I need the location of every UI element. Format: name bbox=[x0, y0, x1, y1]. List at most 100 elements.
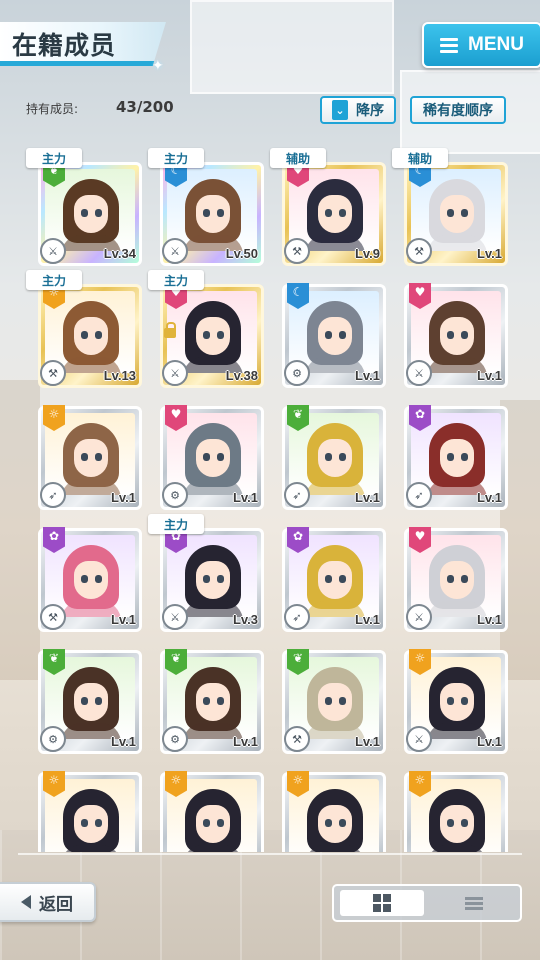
rocket-icon: ➶ bbox=[284, 604, 310, 630]
grid-view-button[interactable] bbox=[340, 890, 424, 916]
member-card[interactable]: ☼ bbox=[38, 771, 142, 852]
member-card[interactable]: ♥ ⚒ Lv.9 辅助 bbox=[270, 148, 386, 266]
gear-icon: ⚙ bbox=[40, 726, 66, 752]
portrait-eye bbox=[217, 697, 224, 705]
card-level: Lv.13 bbox=[103, 368, 136, 383]
member-card[interactable]: ☼ bbox=[160, 771, 264, 852]
portrait-eye bbox=[81, 697, 88, 705]
list-view-icon bbox=[465, 896, 483, 910]
portrait-face bbox=[74, 439, 108, 477]
member-card[interactable]: ❦ ⚙ Lv.1 bbox=[38, 649, 142, 754]
portrait-face bbox=[196, 317, 230, 355]
card-level: Lv.1 bbox=[354, 490, 380, 505]
member-card[interactable]: ☼ bbox=[404, 771, 508, 852]
member-count-value: 43/200 bbox=[116, 98, 174, 116]
portrait-eye bbox=[325, 819, 332, 827]
member-card[interactable]: ❦ ➶ Lv.1 bbox=[282, 405, 386, 510]
portrait-eye bbox=[203, 209, 210, 217]
portrait-eye bbox=[339, 453, 346, 461]
portrait-face bbox=[196, 683, 230, 721]
portrait-face bbox=[440, 805, 474, 843]
portrait-eye bbox=[447, 331, 454, 339]
portrait-eye bbox=[325, 453, 332, 461]
member-card[interactable]: ♥ ⚔ Lv.1 bbox=[404, 283, 508, 388]
back-label: 返回 bbox=[39, 894, 73, 915]
member-card[interactable]: ✿ ⚒ Lv.1 bbox=[38, 527, 142, 632]
member-card[interactable]: ☾ ⚔ Lv.50 主力 bbox=[148, 148, 264, 266]
page-title-banner: 在籍成员 bbox=[0, 22, 166, 66]
portrait-eye bbox=[217, 453, 224, 461]
title-stripe bbox=[0, 61, 166, 66]
hammer-icon: ⚒ bbox=[40, 604, 66, 630]
view-mode-toggle bbox=[332, 884, 522, 922]
member-card[interactable]: ❦ ⚙ Lv.1 bbox=[160, 649, 264, 754]
card-level: Lv.1 bbox=[354, 612, 380, 627]
menu-icon bbox=[440, 37, 459, 53]
member-card[interactable]: ☼ ⚔ Lv.1 bbox=[404, 649, 508, 754]
portrait-face bbox=[74, 561, 108, 599]
wrench-icon: ⚒ bbox=[284, 238, 310, 264]
rocket-icon: ➶ bbox=[40, 482, 66, 508]
menu-button[interactable]: MENU bbox=[422, 22, 540, 68]
portrait-face bbox=[440, 561, 474, 599]
role-badge: 主力 bbox=[26, 148, 82, 168]
portrait-eye bbox=[81, 575, 88, 583]
portrait-eye bbox=[95, 209, 102, 217]
portrait-face bbox=[440, 439, 474, 477]
portrait-eye bbox=[325, 209, 332, 217]
portrait-eye bbox=[461, 331, 468, 339]
member-card[interactable]: ✿ ➶ Lv.1 bbox=[282, 527, 386, 632]
member-card[interactable]: ♥ ⚙ Lv.1 bbox=[160, 405, 264, 510]
back-arrow-icon bbox=[21, 895, 31, 909]
grid-view-icon bbox=[373, 894, 391, 912]
portrait-eye bbox=[95, 819, 102, 827]
background-window bbox=[190, 0, 394, 94]
member-card[interactable]: ☼ ➶ Lv.1 bbox=[38, 405, 142, 510]
portrait-eye bbox=[203, 697, 210, 705]
member-card[interactable]: ✿ ⚔ Lv.3 主力 bbox=[148, 514, 264, 632]
member-card[interactable]: ❦ ⚔ Lv.34 主力 bbox=[26, 148, 142, 266]
card-level: Lv.34 bbox=[103, 246, 136, 261]
back-button[interactable]: 返回 bbox=[0, 882, 96, 922]
portrait-face bbox=[318, 317, 352, 355]
gear-icon: ⚙ bbox=[162, 482, 188, 508]
wrench-icon: ⚒ bbox=[406, 238, 432, 264]
member-card[interactable]: ☾ ⚙ Lv.1 bbox=[282, 283, 386, 388]
role-badge: 主力 bbox=[26, 270, 82, 290]
member-card[interactable]: ❦ ⚒ Lv.1 bbox=[282, 649, 386, 754]
sword-icon: ⚔ bbox=[40, 238, 66, 264]
portrait-eye bbox=[339, 331, 346, 339]
list-view-button[interactable] bbox=[432, 890, 516, 916]
portrait-eye bbox=[203, 331, 210, 339]
portrait-eye bbox=[95, 575, 102, 583]
portrait-eye bbox=[447, 697, 454, 705]
portrait-face bbox=[440, 195, 474, 233]
portrait-face bbox=[74, 195, 108, 233]
role-badge: 主力 bbox=[148, 270, 204, 290]
role-badge: 主力 bbox=[148, 514, 204, 534]
member-card[interactable]: ♥ ⚔ Lv.38 主力 bbox=[148, 270, 264, 388]
portrait-eye bbox=[461, 209, 468, 217]
member-card[interactable]: ♥ ⚔ Lv.1 bbox=[404, 527, 508, 632]
portrait-eye bbox=[339, 819, 346, 827]
portrait-eye bbox=[217, 819, 224, 827]
member-card[interactable]: ☼ bbox=[282, 771, 386, 852]
portrait-eye bbox=[447, 575, 454, 583]
member-card[interactable]: ✿ ➶ Lv.1 bbox=[404, 405, 508, 510]
sparkle-icon: ✦ bbox=[152, 58, 164, 74]
portrait-face bbox=[318, 561, 352, 599]
card-level: Lv.3 bbox=[232, 612, 258, 627]
sort-rarity-button[interactable]: 稀有度顺序 bbox=[410, 96, 506, 124]
card-level: Lv.1 bbox=[354, 368, 380, 383]
menu-label: MENU bbox=[468, 34, 524, 55]
portrait-face bbox=[440, 683, 474, 721]
member-card[interactable]: ☼ ⚒ Lv.13 主力 bbox=[26, 270, 142, 388]
sword-icon: ⚔ bbox=[162, 604, 188, 630]
portrait-eye bbox=[217, 331, 224, 339]
sort-order-button[interactable]: ⌄ 降序 bbox=[320, 96, 396, 124]
portrait-face bbox=[318, 439, 352, 477]
role-badge: 主力 bbox=[148, 148, 204, 168]
member-card[interactable]: ☾ ⚒ Lv.1 辅助 bbox=[392, 148, 508, 266]
sword-icon: ⚔ bbox=[406, 726, 432, 752]
portrait-face bbox=[318, 195, 352, 233]
